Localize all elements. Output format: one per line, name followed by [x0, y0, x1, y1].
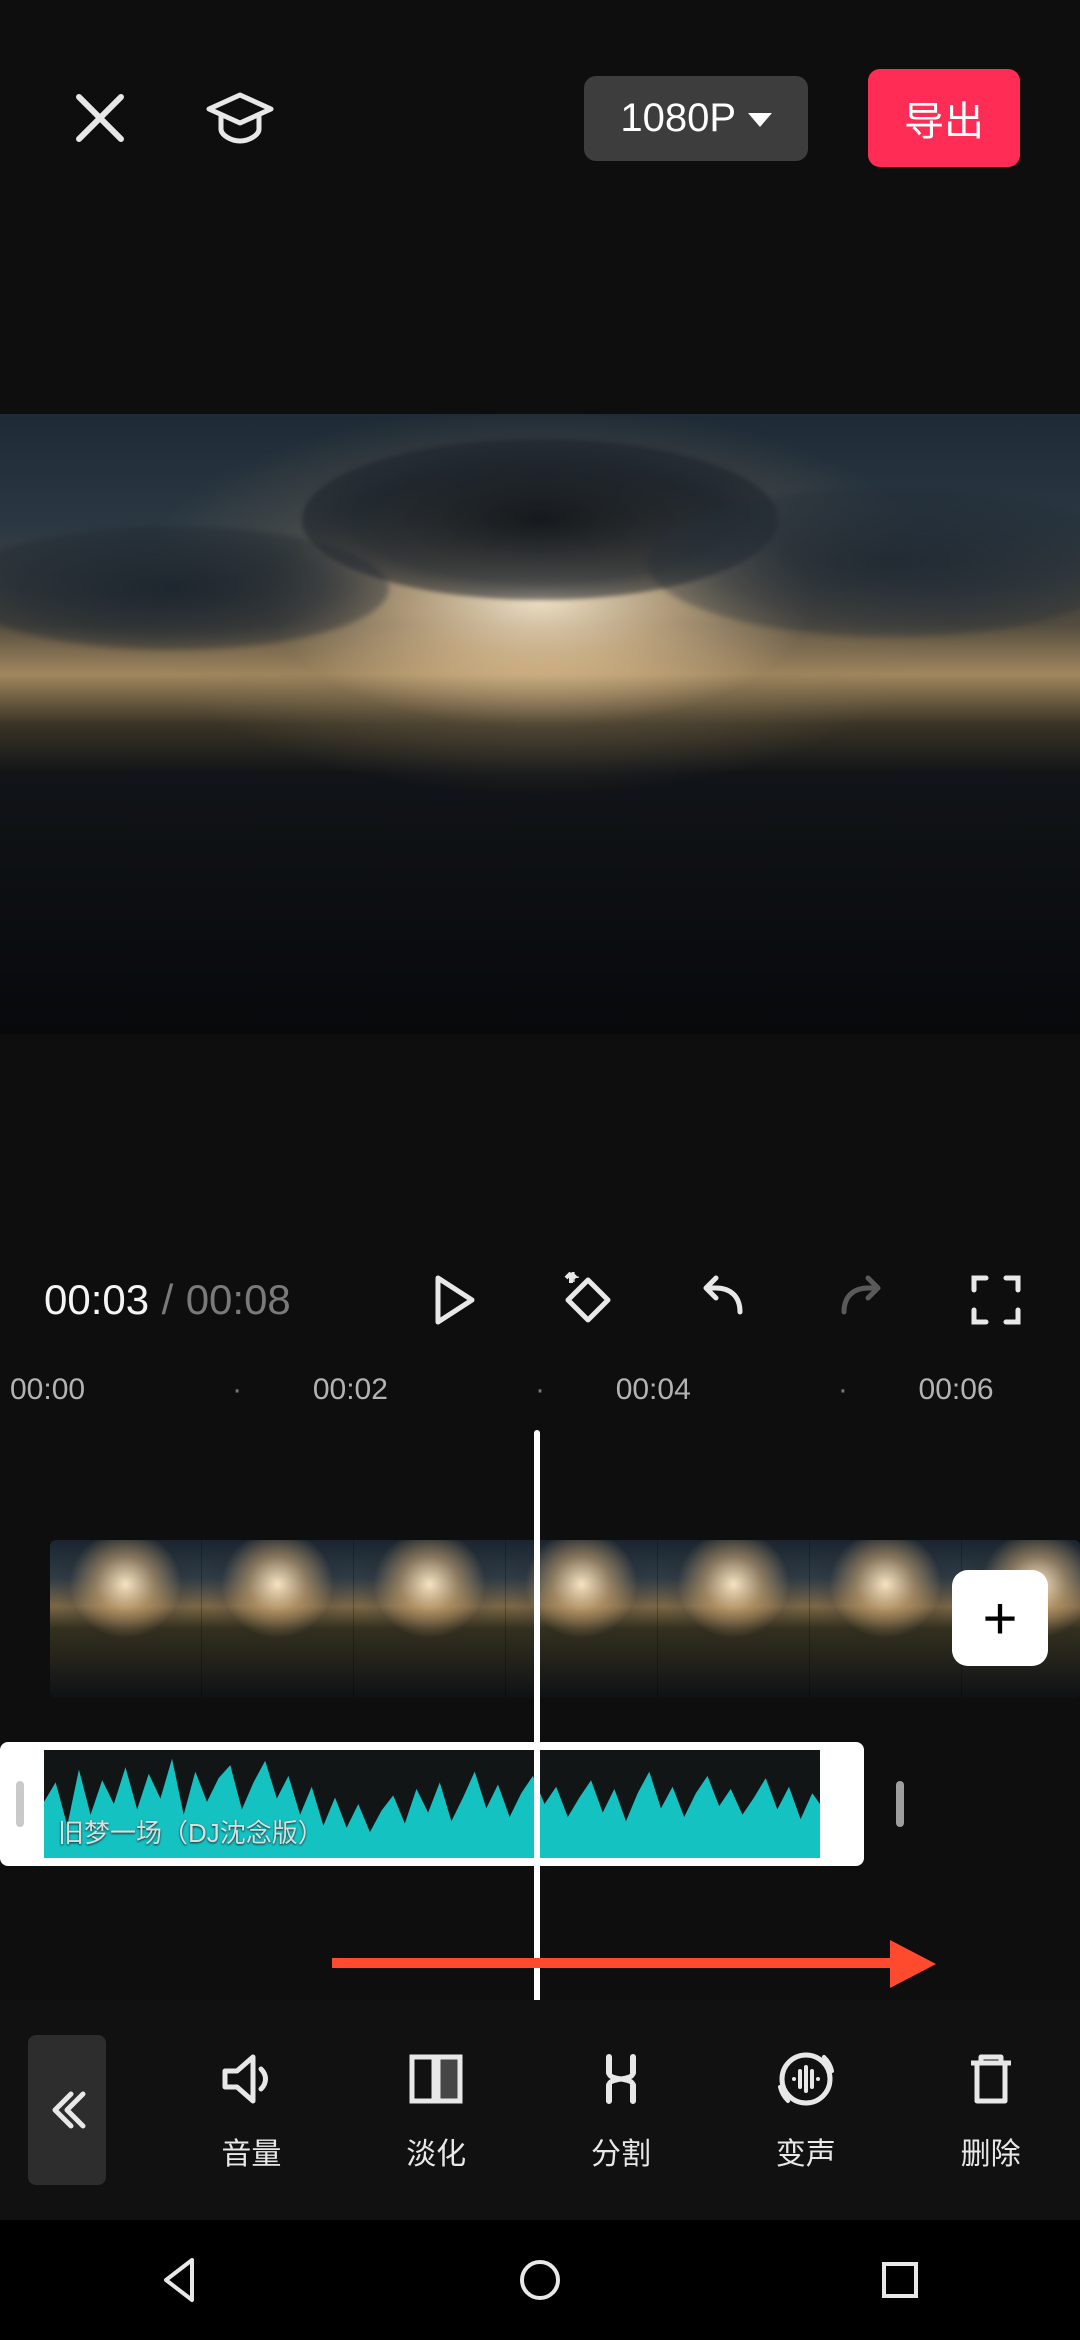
time-display: 00:03 / 00:08 [44, 1276, 291, 1324]
voice-change-icon [774, 2047, 838, 2111]
nav-recent-icon [874, 2254, 926, 2306]
tool-label: 音量 [221, 2129, 281, 2173]
undo-icon [696, 1272, 752, 1328]
svg-text:+: + [568, 1272, 580, 1289]
nav-back-icon [154, 2254, 206, 2306]
tool-voice-change[interactable]: 变声 [716, 2047, 895, 2173]
toolbar-back-button[interactable] [28, 2035, 106, 2185]
system-nav-bar [0, 2220, 1080, 2340]
tool-volume[interactable]: 音量 [162, 2047, 341, 2173]
time-ruler: 00:00 · 00:02 · 00:04 · 00:06 [0, 1360, 1080, 1420]
preview-area [0, 208, 1080, 1240]
time-separator: / [154, 1276, 182, 1323]
tool-label: 变声 [776, 2129, 836, 2173]
tool-label: 淡化 [406, 2129, 466, 2173]
audio-track-name: 旧梦一场（DJ沈念版） [58, 1813, 324, 1850]
current-time: 00:03 [44, 1276, 149, 1323]
split-icon [589, 2047, 653, 2111]
nav-home-button[interactable] [514, 2254, 566, 2306]
nav-recent-button[interactable] [874, 2254, 926, 2306]
audio-track[interactable]: 旧梦一场（DJ沈念版） [0, 1742, 864, 1866]
resolution-label: 1080P [620, 96, 736, 141]
ruler-tick: 00:02 [313, 1373, 464, 1407]
undo-button[interactable] [684, 1260, 764, 1340]
tool-delete[interactable]: 删除 [901, 2047, 1080, 2173]
edit-toolbar: 音量 淡化 分割 变声 删除 [0, 2000, 1080, 2220]
nav-back-button[interactable] [154, 2254, 206, 2306]
video-frame-thumb [810, 1540, 962, 1698]
tool-split[interactable]: 分割 [532, 2047, 711, 2173]
close-button[interactable] [60, 78, 140, 158]
redo-button[interactable] [820, 1260, 900, 1340]
audio-trim-handle-right[interactable] [896, 1781, 904, 1827]
video-preview[interactable] [0, 414, 1080, 1034]
total-duration: 00:08 [186, 1276, 291, 1323]
audio-trim-handle-left[interactable] [16, 1781, 24, 1827]
top-bar: 1080P 导出 [0, 28, 1080, 208]
preview-cloud-decor [648, 488, 1080, 637]
redo-icon [832, 1272, 888, 1328]
video-frame-thumb [354, 1540, 506, 1698]
tool-label: 删除 [961, 2129, 1021, 2173]
tool-label: 分割 [591, 2129, 651, 2173]
video-frame-thumb [658, 1540, 810, 1698]
delete-icon [959, 2047, 1023, 2111]
ruler-dot: · [767, 1373, 918, 1407]
playback-controls: 00:03 / 00:08 + [0, 1240, 1080, 1360]
chevron-down-icon [748, 113, 772, 127]
tool-fade[interactable]: 淡化 [347, 2047, 526, 2173]
fullscreen-icon [968, 1272, 1024, 1328]
video-track[interactable] [50, 1540, 1080, 1698]
fullscreen-button[interactable] [956, 1260, 1036, 1340]
play-button[interactable] [412, 1260, 492, 1340]
resolution-selector[interactable]: 1080P [584, 76, 808, 161]
play-icon [424, 1272, 480, 1328]
video-frame-thumb [506, 1540, 658, 1698]
tutorial-button[interactable] [200, 78, 280, 158]
chevron-left-double-icon [45, 2088, 89, 2132]
ruler-dot: · [464, 1373, 615, 1407]
annotation-arrow [332, 1940, 932, 1984]
close-icon [73, 91, 127, 145]
add-clip-button[interactable]: + [952, 1570, 1048, 1666]
fade-icon [404, 2047, 468, 2111]
ruler-tick: 00:00 [10, 1373, 161, 1407]
graduation-cap-icon [205, 91, 275, 145]
plus-icon: + [982, 1584, 1017, 1653]
status-bar [0, 0, 1080, 28]
volume-icon [219, 2047, 283, 2111]
export-label: 导出 [904, 100, 984, 144]
video-frame-thumb [50, 1540, 202, 1698]
video-frame-thumb [202, 1540, 354, 1698]
ruler-tick: 00:06 [919, 1373, 1070, 1407]
ruler-tick: 00:04 [616, 1373, 767, 1407]
keyframe-icon: + [560, 1272, 616, 1328]
nav-home-icon [514, 2254, 566, 2306]
audio-waveform: 旧梦一场（DJ沈念版） [44, 1750, 820, 1858]
export-button[interactable]: 导出 [868, 69, 1020, 167]
keyframe-button[interactable]: + [548, 1260, 628, 1340]
ruler-dot: · [161, 1373, 312, 1407]
